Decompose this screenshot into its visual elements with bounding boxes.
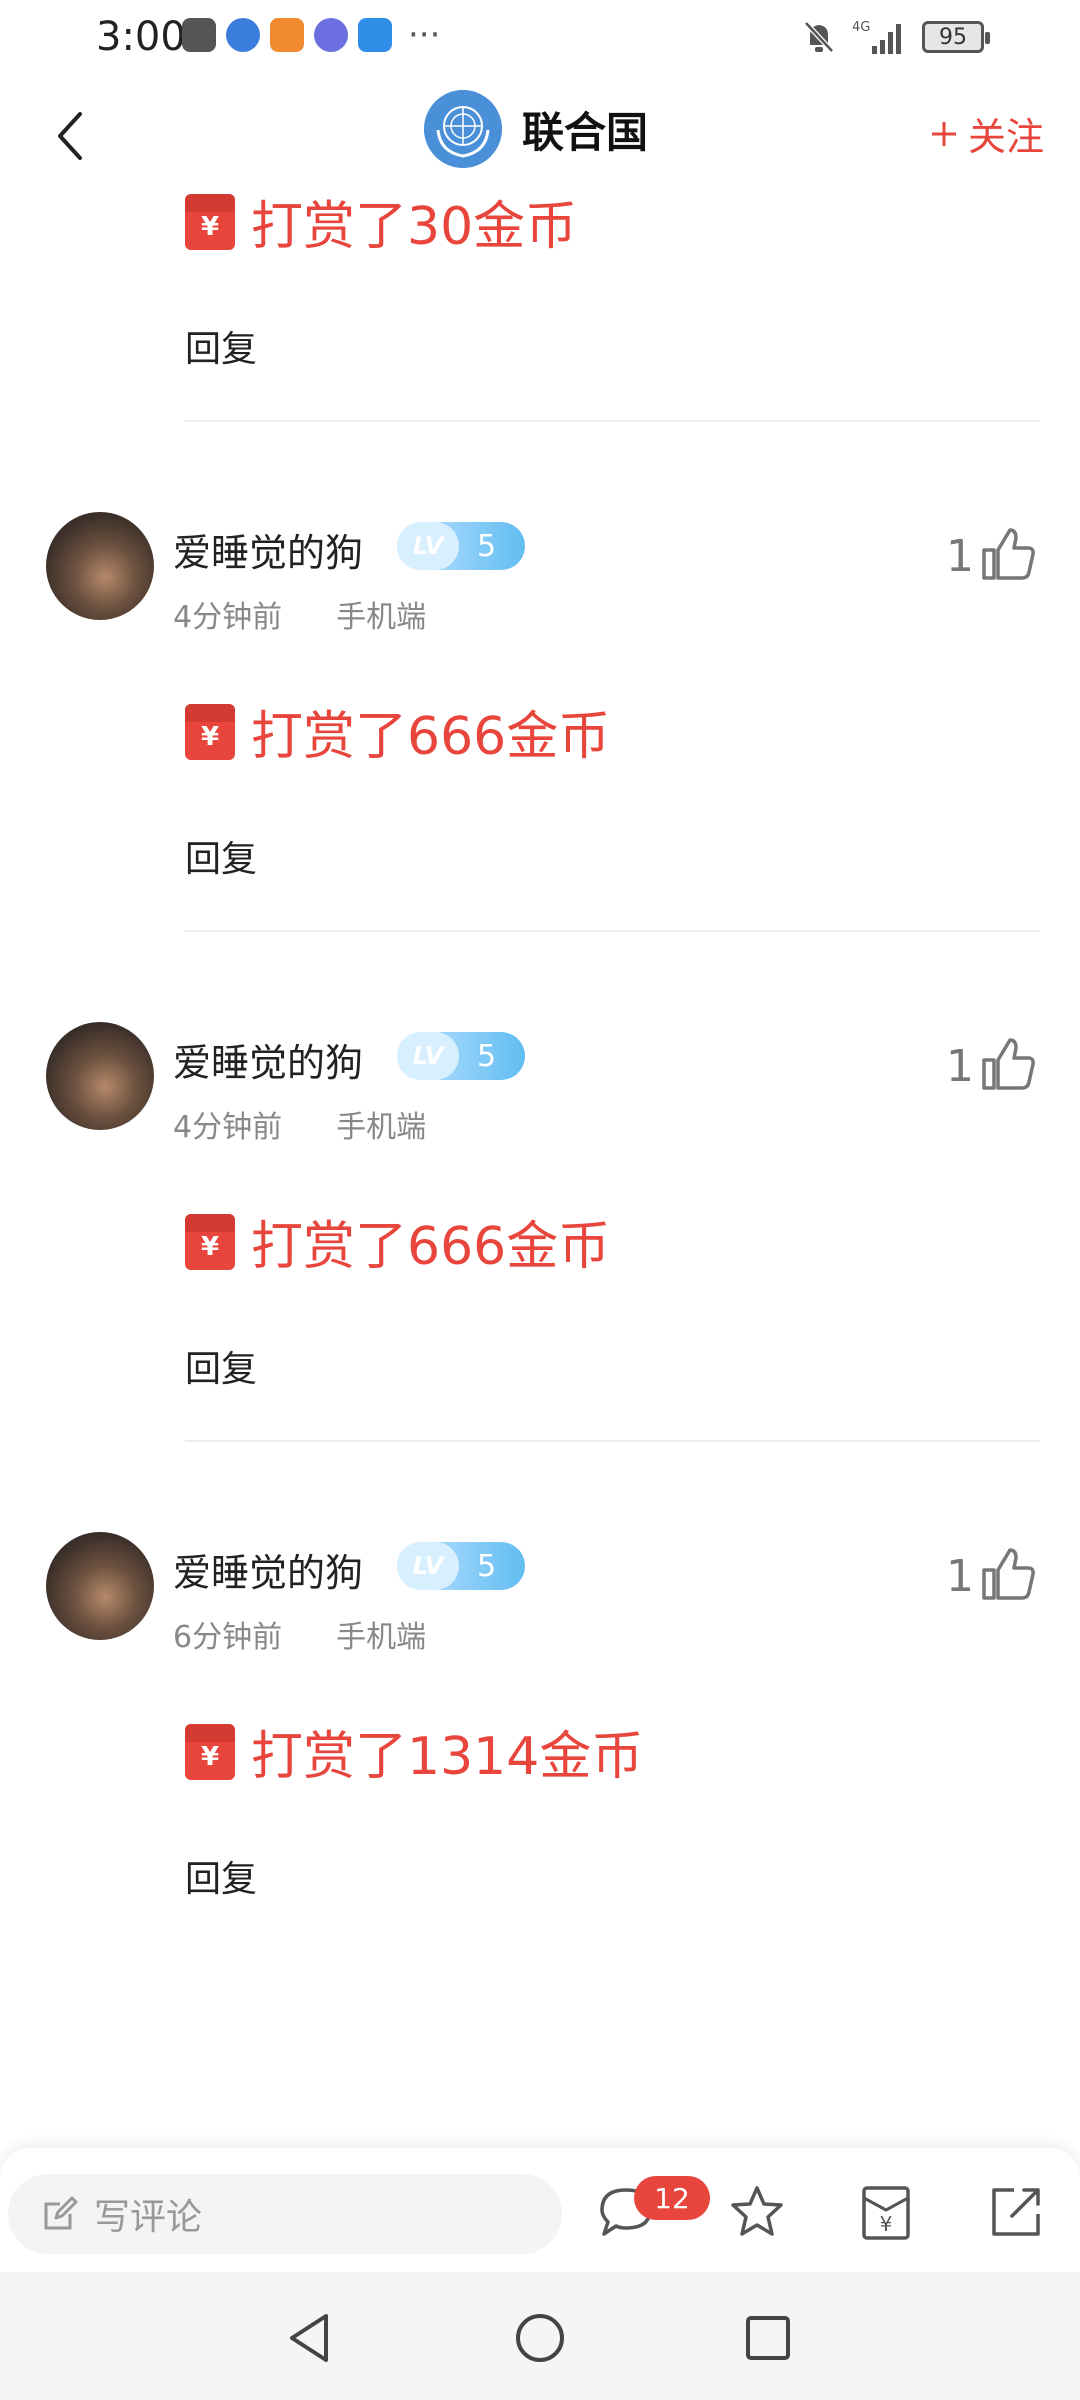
header: 联合国 关注	[0, 80, 1080, 190]
level-tag: LV	[397, 522, 459, 570]
follow-label: 关注	[967, 115, 1044, 159]
home-circle-icon[interactable]	[510, 2308, 570, 2368]
level-badge: LV 5	[397, 522, 525, 570]
level-tag: LV	[397, 1542, 459, 1590]
system-nav-bar	[0, 2272, 1080, 2400]
comment-device: 手机端	[336, 1620, 427, 1655]
avatar[interactable]	[46, 1532, 154, 1640]
level-badge: LV 5	[397, 1542, 525, 1590]
username[interactable]: 爱睡觉的狗	[173, 522, 363, 577]
follow-button[interactable]: 关注	[930, 106, 1044, 161]
level-number: 5	[477, 1548, 497, 1584]
plus-icon	[931, 121, 956, 146]
back-triangle-icon[interactable]	[280, 2308, 340, 2368]
username[interactable]: 爱睡觉的狗	[173, 1032, 363, 1087]
like-count: 1	[946, 531, 974, 582]
level-tag: LV	[397, 1032, 459, 1080]
comment-device: 手机端	[336, 600, 427, 635]
reply-button[interactable]: 回复	[185, 1850, 257, 1902]
reward-row: ¥ 打赏了30金币	[185, 184, 577, 259]
thumbs-up-icon	[982, 1548, 1035, 1600]
like-count: 1	[946, 1551, 974, 1602]
red-packet-icon: ¥	[185, 1723, 235, 1780]
status-app-icons: ···	[182, 18, 440, 52]
app-icon-1	[182, 18, 216, 52]
svg-text:¥: ¥	[880, 2212, 893, 2236]
battery-indicator: 95	[922, 21, 990, 53]
avatar[interactable]	[46, 512, 154, 620]
share-icon[interactable]	[986, 2182, 1046, 2242]
reward-icon[interactable]: ¥	[856, 2182, 916, 2242]
reply-button[interactable]: 回复	[185, 830, 257, 882]
level-number: 5	[477, 1038, 497, 1074]
reward-row: ¥ 打赏了666金币	[185, 694, 610, 769]
red-packet-icon: ¥	[185, 1213, 235, 1270]
reward-text: 打赏了666金币	[251, 707, 611, 767]
reward-text: 打赏了1314金币	[251, 1727, 644, 1787]
avatar[interactable]	[46, 1022, 154, 1130]
like-button[interactable]: 1	[946, 1544, 1036, 1602]
app-icon-3	[270, 18, 304, 52]
comment-count-badge: 12	[634, 2176, 710, 2220]
comment-time: 4分钟前	[173, 1110, 283, 1145]
comment-time: 4分钟前	[173, 600, 283, 635]
reward-row: ¥ 打赏了666金币	[185, 1204, 610, 1279]
back-arrow-icon[interactable]	[46, 106, 96, 166]
comment-placeholder: 写评论	[94, 2197, 203, 2238]
comment-input[interactable]: 写评论	[8, 2174, 562, 2254]
recents-square-icon[interactable]	[738, 2308, 798, 2368]
level-number: 5	[477, 528, 497, 564]
status-indicators: 4G 95	[802, 18, 990, 56]
un-logo	[424, 90, 502, 168]
svg-text:4G: 4G	[852, 20, 870, 35]
mute-bell-icon	[804, 21, 834, 53]
reward-text: 打赏了30金币	[251, 197, 578, 257]
thumbs-up-icon	[982, 1038, 1035, 1090]
level-badge: LV 5	[397, 1032, 525, 1080]
reward-row: ¥ 打赏了1314金币	[185, 1714, 643, 1789]
divider	[185, 930, 1040, 932]
status-time: 3:00	[96, 14, 186, 60]
signal-icon: 4G	[852, 20, 901, 54]
star-icon[interactable]	[727, 2182, 787, 2242]
status-more: ···	[408, 15, 441, 55]
app-icon-2	[226, 18, 260, 52]
comment-bar: 写评论 12 ¥	[0, 2148, 1080, 2272]
thumbs-up-icon	[982, 528, 1035, 580]
comment-device: 手机端	[336, 1110, 427, 1145]
reply-button[interactable]: 回复	[185, 320, 257, 372]
reward-text: 打赏了666金币	[251, 1217, 611, 1277]
like-button[interactable]: 1	[946, 1034, 1036, 1092]
divider	[185, 420, 1040, 422]
divider	[185, 1440, 1040, 1442]
username[interactable]: 爱睡觉的狗	[173, 1542, 363, 1597]
comment-meta: 6分钟前 手机端	[173, 1612, 426, 1656]
red-packet-icon: ¥	[185, 193, 235, 250]
comment-time: 6分钟前	[173, 1620, 283, 1655]
like-button[interactable]: 1	[946, 524, 1036, 582]
comment-meta: 4分钟前 手机端	[173, 1102, 426, 1146]
comment-meta: 4分钟前 手机端	[173, 592, 426, 636]
app-icon-4	[314, 18, 348, 52]
like-count: 1	[946, 1041, 974, 1092]
reply-button[interactable]: 回复	[185, 1340, 257, 1392]
title-group: 联合国	[424, 90, 648, 168]
edit-icon	[44, 2196, 78, 2230]
app-icon-5	[358, 18, 392, 52]
red-packet-icon: ¥	[185, 703, 235, 760]
page-title: 联合国	[522, 107, 649, 157]
status-bar: 3:00 ··· 4G 95	[0, 0, 1080, 80]
